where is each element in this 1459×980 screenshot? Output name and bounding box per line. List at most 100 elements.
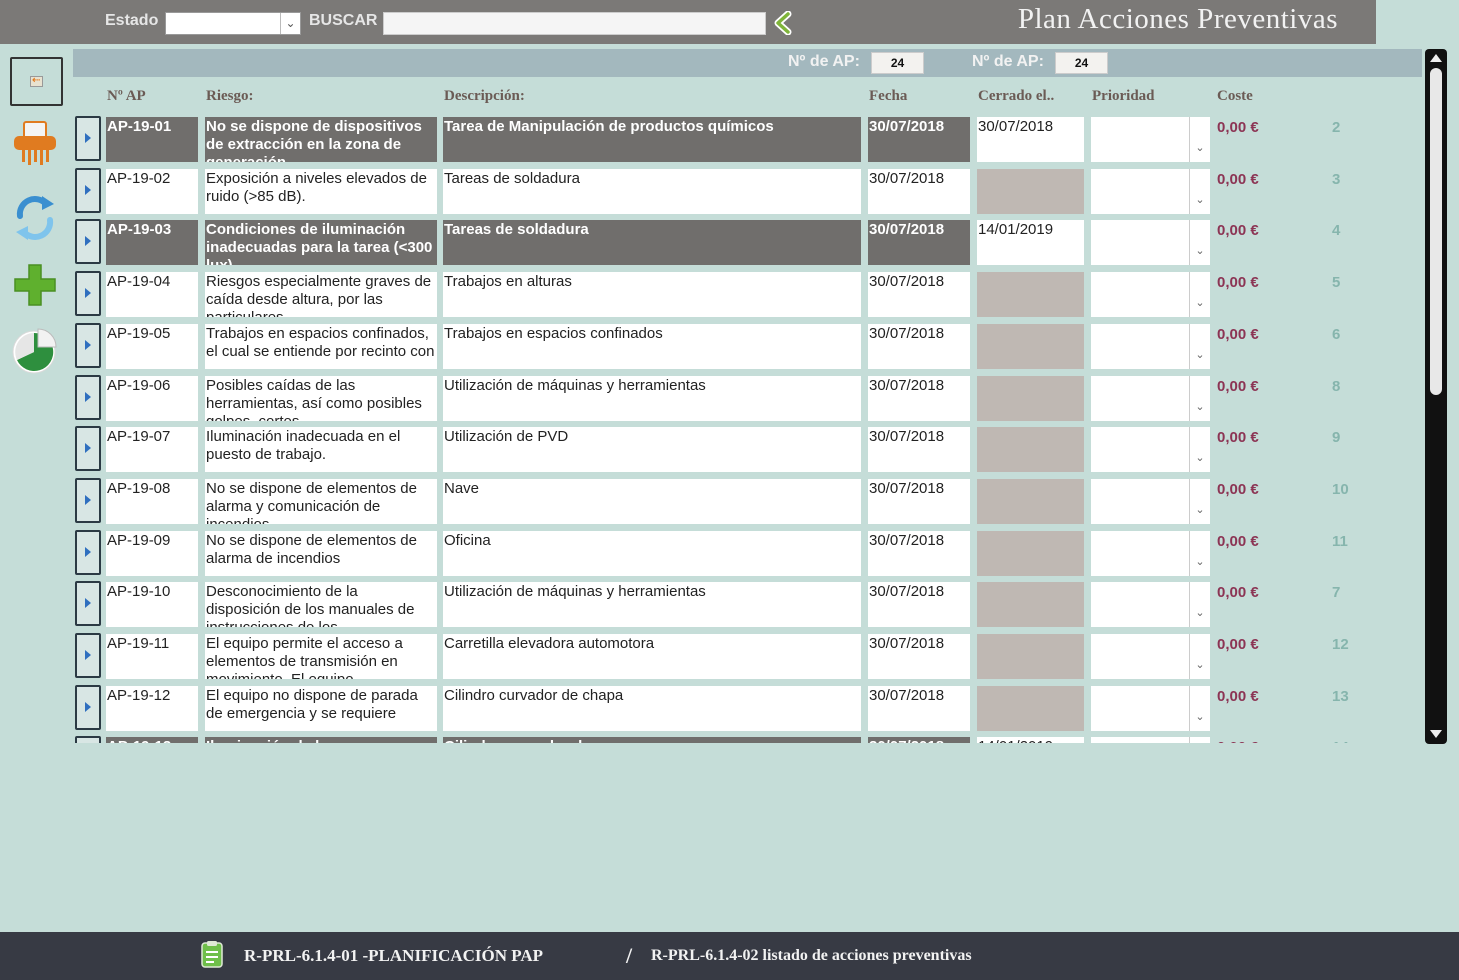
chevron-down-icon[interactable]: ⌄ xyxy=(1189,686,1210,731)
cell-nap[interactable]: AP-19-05 xyxy=(106,324,198,369)
prioridad-select[interactable]: ⌄ xyxy=(1091,634,1210,679)
cell-fecha[interactable]: 30/07/2018 xyxy=(868,272,970,317)
cell-fecha[interactable]: 30/07/2018 xyxy=(868,324,970,369)
cell-nap[interactable]: AP-19-09 xyxy=(106,531,198,576)
cell-descripcion[interactable]: Oficina xyxy=(443,531,861,576)
cell-cerrado[interactable] xyxy=(977,686,1084,731)
prioridad-select[interactable]: ⌄ xyxy=(1091,117,1210,162)
prioridad-select[interactable]: ⌄ xyxy=(1091,531,1210,576)
cell-descripcion[interactable]: Nave xyxy=(443,479,861,524)
table-row[interactable]: AP-19-10 Desconocimiento de la disposició… xyxy=(73,579,1422,627)
cell-nap[interactable]: AP-19-03 xyxy=(106,220,198,265)
cell-descripcion[interactable]: Utilización de máquinas y herramientas xyxy=(443,582,861,627)
chevron-down-icon[interactable]: ⌄ xyxy=(1189,531,1210,576)
cell-cerrado[interactable]: 30/07/2018 xyxy=(977,117,1084,162)
table-row[interactable]: AP-19-03 Condiciones de iluminación inade… xyxy=(73,217,1422,265)
cell-cerrado[interactable] xyxy=(977,376,1084,421)
cell-nap[interactable]: AP-19-08 xyxy=(106,479,198,524)
table-row[interactable]: AP-19-11 El equipo permite el acceso a el… xyxy=(73,631,1422,679)
cell-riesgo[interactable]: Desconocimiento de la disposición de los… xyxy=(205,582,437,627)
chevron-down-icon[interactable]: ⌄ xyxy=(280,13,300,34)
cell-descripcion[interactable]: Tarea de Manipulación de productos quími… xyxy=(443,117,861,162)
cell-riesgo[interactable]: No se dispone de dispositivos de extracc… xyxy=(205,117,437,162)
table-row[interactable]: AP-19-09 No se dispone de elementos de al… xyxy=(73,528,1422,576)
chevron-down-icon[interactable]: ⌄ xyxy=(1189,634,1210,679)
cell-fecha[interactable]: 30/07/2018 xyxy=(868,479,970,524)
table-row[interactable]: AP-19-08 No se dispone de elementos de al… xyxy=(73,476,1422,524)
row-selector-button[interactable] xyxy=(75,581,101,626)
scrollbar[interactable] xyxy=(1425,49,1447,744)
row-selector-button[interactable] xyxy=(75,478,101,523)
cell-cerrado[interactable] xyxy=(977,479,1084,524)
prioridad-select[interactable]: ⌄ xyxy=(1091,324,1210,369)
prioridad-select[interactable]: ⌄ xyxy=(1091,169,1210,214)
cell-riesgo[interactable]: Posibles caídas de las herramientas, así… xyxy=(205,376,437,421)
row-selector-button[interactable] xyxy=(75,685,101,730)
chevron-down-icon[interactable]: ⌄ xyxy=(1189,376,1210,421)
chevron-down-icon[interactable]: ⌄ xyxy=(1189,479,1210,524)
footer-link-planificacion[interactable]: R-PRL-6.1.4-01 -PLANIFICACIÓN PAP xyxy=(244,946,543,966)
cell-descripcion[interactable]: Trabajos en alturas xyxy=(443,272,861,317)
cell-fecha[interactable]: 30/07/2018 xyxy=(868,169,970,214)
cell-riesgo[interactable]: Exposición a niveles elevados de ruido (… xyxy=(205,169,437,214)
chevron-down-icon[interactable]: ⌄ xyxy=(1189,169,1210,214)
scroll-up-icon[interactable] xyxy=(1430,54,1442,62)
cell-fecha[interactable]: 30/07/2018 xyxy=(868,376,970,421)
prioridad-select[interactable]: ⌄ xyxy=(1091,220,1210,265)
chevron-down-icon[interactable]: ⌄ xyxy=(1189,220,1210,265)
cell-riesgo[interactable]: El equipo permite el acceso a elementos … xyxy=(205,634,437,679)
cell-fecha[interactable]: 30/07/2018 xyxy=(868,427,970,472)
cell-cerrado[interactable] xyxy=(977,272,1084,317)
exit-button[interactable]: ⇠ xyxy=(10,57,63,106)
cell-descripcion[interactable]: Carretilla elevadora automotora xyxy=(443,634,861,679)
cell-fecha[interactable]: 30/07/2018 xyxy=(868,686,970,731)
scroll-down-icon[interactable] xyxy=(1430,730,1442,738)
chevron-down-icon[interactable]: ⌄ xyxy=(1189,272,1210,317)
chevron-down-icon[interactable]: ⌄ xyxy=(1189,427,1210,472)
chevron-down-icon[interactable]: ⌄ xyxy=(1189,737,1210,743)
cell-descripcion[interactable]: Cilindro curvador de chapa xyxy=(443,686,861,731)
estado-select[interactable]: ⌄ xyxy=(165,12,301,35)
cell-nap[interactable]: AP-19-10 xyxy=(106,582,198,627)
prioridad-select[interactable]: ⌄ xyxy=(1091,737,1210,743)
cell-riesgo[interactable]: Condiciones de iluminación inadecuadas p… xyxy=(205,220,437,265)
row-selector-button[interactable] xyxy=(75,271,101,316)
cell-cerrado[interactable] xyxy=(977,427,1084,472)
prioridad-select[interactable]: ⌄ xyxy=(1091,376,1210,421)
refresh-icon[interactable] xyxy=(12,192,58,244)
cell-fecha[interactable]: 30/07/2018 xyxy=(868,582,970,627)
table-row[interactable]: AP-19-05 Trabajos en espacios confinados,… xyxy=(73,321,1422,369)
row-selector-button[interactable] xyxy=(75,116,101,161)
cell-cerrado[interactable] xyxy=(977,324,1084,369)
cell-nap[interactable]: AP-19-01 xyxy=(106,117,198,162)
cell-riesgo[interactable]: No se dispone de elementos de alarma de … xyxy=(205,531,437,576)
cell-descripcion[interactable]: Utilización de máquinas y herramientas xyxy=(443,376,861,421)
prioridad-select[interactable]: ⌄ xyxy=(1091,686,1210,731)
cell-nap[interactable]: AP-19-06 xyxy=(106,376,198,421)
cell-riesgo[interactable]: Riesgos especialmente graves de caída de… xyxy=(205,272,437,317)
cell-nap[interactable]: AP-19-13 xyxy=(106,737,198,743)
prioridad-select[interactable]: ⌄ xyxy=(1091,582,1210,627)
row-selector-button[interactable] xyxy=(75,375,101,420)
row-selector-button[interactable] xyxy=(75,426,101,471)
cell-riesgo[interactable]: El equipo no dispone de parada de emerge… xyxy=(205,686,437,731)
table-row[interactable]: AP-19-02 Exposición a niveles elevados de… xyxy=(73,166,1422,214)
row-selector-button[interactable] xyxy=(75,219,101,264)
chevron-down-icon[interactable]: ⌄ xyxy=(1189,117,1210,162)
cell-descripcion[interactable]: Tareas de soldadura xyxy=(443,220,861,265)
cell-fecha[interactable]: 30/07/2018 xyxy=(868,220,970,265)
row-selector-button[interactable] xyxy=(75,633,101,678)
footer-link-listado[interactable]: R-PRL-6.1.4-02 listado de acciones preve… xyxy=(651,947,972,965)
cell-cerrado[interactable] xyxy=(977,169,1084,214)
cell-cerrado[interactable] xyxy=(977,582,1084,627)
chevron-down-icon[interactable]: ⌄ xyxy=(1189,324,1210,369)
row-selector-button[interactable] xyxy=(75,736,101,743)
row-selector-button[interactable] xyxy=(75,530,101,575)
cell-cerrado[interactable] xyxy=(977,634,1084,679)
cell-fecha[interactable]: 30/07/2018 xyxy=(868,117,970,162)
cell-nap[interactable]: AP-19-02 xyxy=(106,169,198,214)
cell-nap[interactable]: AP-19-12 xyxy=(106,686,198,731)
prioridad-select[interactable]: ⌄ xyxy=(1091,272,1210,317)
cell-riesgo[interactable]: Trabajos en espacios confinados, el cual… xyxy=(205,324,437,369)
prioridad-select[interactable]: ⌄ xyxy=(1091,427,1210,472)
